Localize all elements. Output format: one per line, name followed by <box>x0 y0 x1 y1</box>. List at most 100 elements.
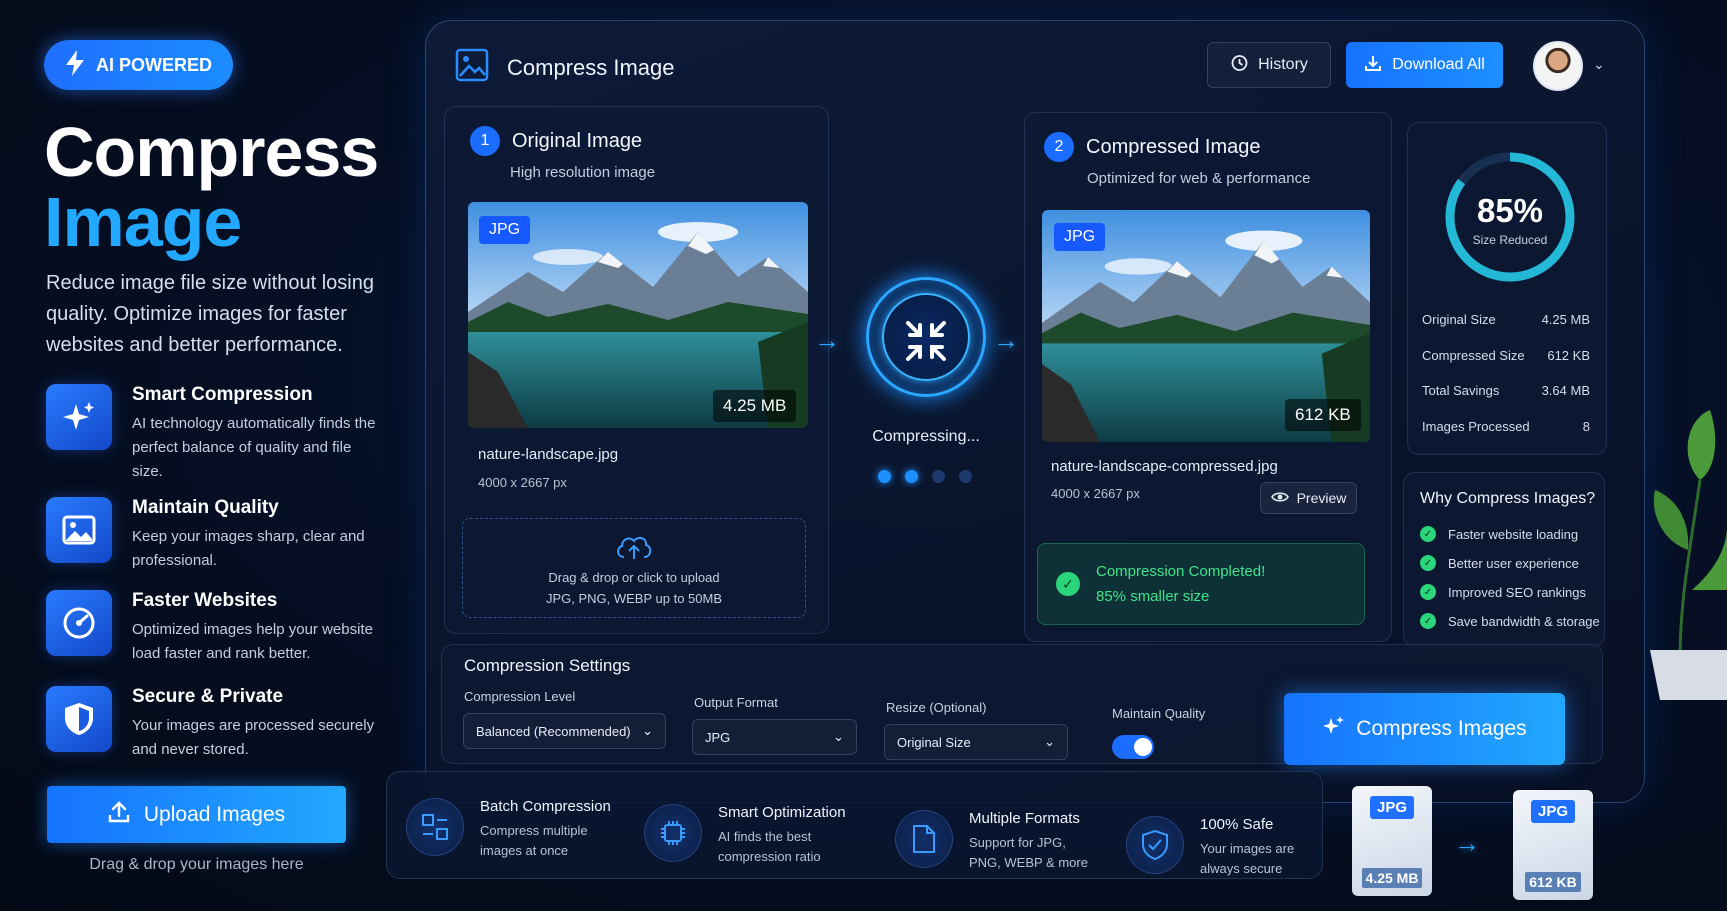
upload-icon <box>108 800 130 829</box>
maintain-quality-label: Maintain Quality <box>1112 706 1206 721</box>
window-title-bar: Compress Image <box>455 48 675 88</box>
feature-maintain-quality: Maintain Quality Keep your images sharp, … <box>46 497 376 573</box>
window-title: Compress Image <box>507 55 675 80</box>
drop-line2: JPG, PNG, WEBP up to 50MB <box>545 590 723 606</box>
file-size: 612 KB <box>1525 872 1581 892</box>
feature-title: Faster Websites <box>132 590 278 611</box>
download-all-button[interactable]: Download All <box>1346 42 1503 88</box>
bottom-desc: PNG, WEBP & more <box>969 855 1088 870</box>
why-item: ✓ Improved SEO rankings <box>1420 584 1586 600</box>
stat-value: 4.25 MB <box>1541 312 1590 327</box>
hero-title-line2: Image <box>44 183 242 261</box>
bottom-feature-safe: 100% Safe Your images are always secure <box>1126 816 1294 879</box>
compress-images-button[interactable]: Compress Images <box>1284 693 1565 765</box>
size-reduced-label: Size Reduced <box>1472 233 1548 247</box>
file-type: JPG <box>1369 796 1414 819</box>
stat-row: Images Processed 8 <box>1422 419 1590 434</box>
feature-title: Smart Compression <box>132 384 313 405</box>
chevron-down-icon[interactable]: ⌄ <box>1593 56 1605 73</box>
bottom-title: 100% Safe <box>1200 816 1274 833</box>
stat-label: Original Size <box>1422 312 1496 327</box>
bottom-title: Multiple Formats <box>969 810 1080 827</box>
bottom-title: Smart Optimization <box>718 804 846 821</box>
why-title: Why Compress Images? <box>1420 490 1596 507</box>
resize-select[interactable]: Original Size ⌄ <box>884 724 1068 760</box>
why-item: ✓ Faster website loading <box>1420 526 1578 542</box>
original-title: Original Image <box>512 129 643 152</box>
select-value: JPG <box>705 729 731 745</box>
done-subtitle: 85% smaller size <box>1096 588 1210 605</box>
chip-icon <box>644 804 702 862</box>
bottom-desc: compression ratio <box>718 849 821 864</box>
upload-images-label: Upload Images <box>143 802 286 826</box>
download-icon <box>1364 54 1382 77</box>
compression-complete-banner: ✓ Compression Completed! 85% smaller size <box>1037 543 1365 625</box>
user-avatar[interactable] <box>1533 41 1583 91</box>
why-item-label: Faster website loading <box>1448 526 1579 542</box>
settings-title: Compression Settings <box>464 656 631 675</box>
progress-dot <box>878 470 891 483</box>
chevron-down-icon: ⌄ <box>642 723 653 738</box>
stat-row: Total Savings 3.64 MB <box>1422 383 1590 398</box>
hero-title-line1: Compress <box>44 113 379 191</box>
feature-title: Secure & Private <box>132 686 284 707</box>
check-icon: ✓ <box>1420 613 1436 629</box>
arrow-right-icon: → <box>993 325 1019 355</box>
compressed-file-icon: JPG 612 KB <box>1513 790 1593 900</box>
history-icon <box>1230 54 1248 77</box>
size-tag: 4.25 MB <box>713 390 797 422</box>
history-button[interactable]: History <box>1207 42 1331 88</box>
upload-images-button[interactable]: Upload Images <box>47 786 346 843</box>
stat-value: 612 KB <box>1547 348 1590 363</box>
eye-icon <box>1270 490 1289 506</box>
image-icon <box>455 48 489 88</box>
shield-check-icon <box>1126 816 1184 874</box>
format-tag: JPG <box>1054 223 1106 251</box>
compressed-dimensions: 4000 x 2667 px <box>1051 486 1140 501</box>
select-value: Balanced (Recommended) <box>476 723 631 739</box>
feature-desc: Optimized images help your website load … <box>132 621 373 662</box>
why-item-label: Save bandwidth & storage <box>1448 613 1600 629</box>
bottom-feature-batch: Batch Compression Compress multiple images… <box>406 798 611 861</box>
output-format-select[interactable]: JPG ⌄ <box>692 719 857 755</box>
done-title: Compression Completed! <box>1096 563 1266 580</box>
sparkles-icon <box>1322 715 1345 743</box>
format-tag: JPG <box>479 216 531 244</box>
progress-dots <box>878 470 972 483</box>
stat-row: Original Size 4.25 MB <box>1422 312 1590 327</box>
check-icon: ✓ <box>1420 584 1436 600</box>
upload-hint: Drag & drop your images here <box>89 856 304 873</box>
badge-label: AI POWERED <box>96 54 213 75</box>
bottom-desc: AI finds the best <box>718 829 812 844</box>
preview-button[interactable]: Preview <box>1260 482 1357 514</box>
compress-images-label: Compress Images <box>1356 717 1527 740</box>
original-filename: nature-landscape.jpg <box>478 446 619 463</box>
image-icon <box>46 497 112 563</box>
compression-level-select[interactable]: Balanced (Recommended) ⌄ <box>463 713 666 749</box>
compressed-title: Compressed Image <box>1086 135 1261 158</box>
bottom-desc: Compress multiple <box>480 823 588 838</box>
chevron-down-icon: ⌄ <box>833 729 844 744</box>
sparkles-icon <box>46 384 112 450</box>
speedometer-icon <box>46 590 112 656</box>
preview-label: Preview <box>1296 490 1347 506</box>
ai-powered-badge: AI POWERED <box>44 40 233 90</box>
download-all-label: Download All <box>1392 56 1485 73</box>
check-icon: ✓ <box>1420 555 1436 571</box>
compressed-filename: nature-landscape-compressed.jpg <box>1051 458 1278 475</box>
feature-title: Maintain Quality <box>132 497 279 518</box>
shield-icon <box>46 686 112 752</box>
stat-label: Total Savings <box>1422 383 1500 398</box>
compress-arrows-icon <box>902 317 950 370</box>
size-tag: 612 KB <box>1285 399 1361 431</box>
feature-desc: AI technology automatically finds the pe… <box>132 415 376 480</box>
compressed-header: 2 Compressed Image <box>1044 132 1261 162</box>
drop-zone[interactable]: Drag & drop or click to upload JPG, PNG,… <box>462 518 806 618</box>
arrow-right-icon: → <box>1454 828 1480 858</box>
why-item-label: Better user experience <box>1448 555 1579 571</box>
check-circle-icon: ✓ <box>1056 572 1080 596</box>
step-number: 1 <box>470 126 500 156</box>
bottom-desc: images at once <box>480 843 569 858</box>
stat-label: Compressed Size <box>1422 348 1525 363</box>
original-subtitle: High resolution image <box>510 164 656 181</box>
